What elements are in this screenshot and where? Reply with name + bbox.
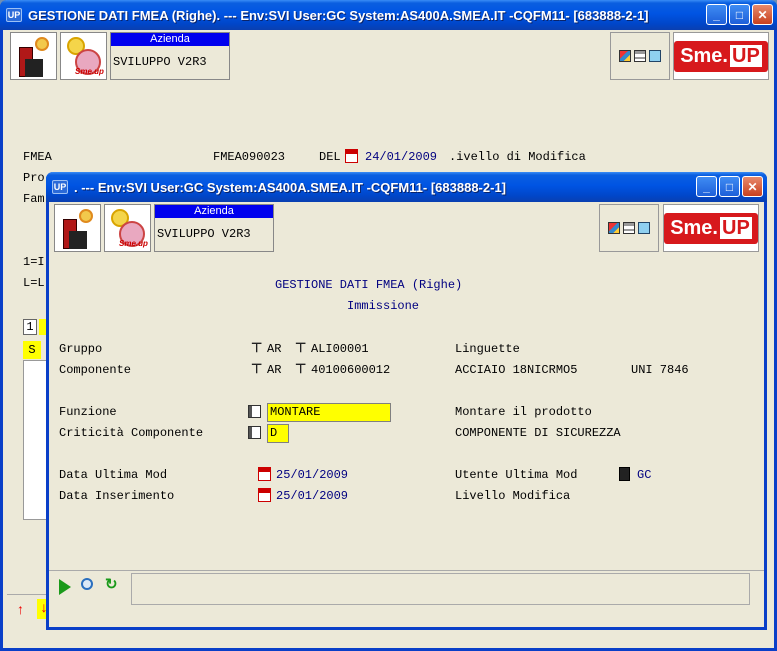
pin-icon[interactable]: ⊤ xyxy=(295,362,306,376)
back-toolbar: Sme.up Azienda SVILUPPO V2R3 Sme. UP xyxy=(6,31,771,83)
data-inserimento-label: Data Inserimento xyxy=(59,489,175,503)
azienda-label: Azienda xyxy=(111,33,229,46)
criticita-desc: COMPONENTE DI SICUREZZA xyxy=(455,426,621,440)
play-icon[interactable] xyxy=(59,579,71,595)
utente-ultima-mod-label: Utente Ultima Mod xyxy=(455,468,578,482)
row-l-label: L=L xyxy=(23,276,45,290)
app-icon: UP xyxy=(6,8,22,22)
palette-icon[interactable] xyxy=(619,50,631,62)
server-logo-icon[interactable] xyxy=(54,204,101,252)
gruppo-code: ALI00001 xyxy=(311,342,369,356)
row-pro-label: Pro xyxy=(23,171,45,185)
command-bar: ↻ xyxy=(49,570,764,608)
smeup-logo-text: Sme. xyxy=(680,44,728,67)
front-window-title: . --- Env:SVI User:GC System:AS400A.SMEA… xyxy=(74,179,507,195)
row-1-label: 1=I xyxy=(23,255,45,269)
document-icon[interactable] xyxy=(634,50,646,62)
arrow-up-icon[interactable]: ↑ xyxy=(17,601,24,617)
search-icon[interactable] xyxy=(81,578,93,590)
form-heading: GESTIONE DATI FMEA (Righe) xyxy=(275,278,463,292)
calendar-icon[interactable] xyxy=(345,149,358,163)
calendar-icon[interactable] xyxy=(258,467,271,481)
data-inserimento-value: 25/01/2009 xyxy=(276,489,349,503)
azienda-value: SVILUPPO V2R3 xyxy=(113,55,207,69)
toolbar-icons xyxy=(610,32,670,80)
maximize-button[interactable]: □ xyxy=(719,176,740,197)
book-icon[interactable] xyxy=(638,222,650,234)
criticita-label: Criticità Componente xyxy=(59,426,204,440)
smeup-logo-up: UP xyxy=(720,216,752,239)
funzione-label: Funzione xyxy=(59,405,117,419)
funzione-desc: Montare il prodotto xyxy=(455,405,592,419)
back-window-titlebar[interactable]: UP GESTIONE DATI FMEA (Righe). --- Env:S… xyxy=(0,0,777,30)
componente-label: Componente xyxy=(59,363,132,377)
document-icon[interactable] xyxy=(623,222,635,234)
smeup-logo-text: Sme. xyxy=(670,216,718,239)
azienda-box: Azienda SVILUPPO V2R3 xyxy=(110,32,230,80)
close-button[interactable]: ✕ xyxy=(752,4,773,25)
front-window: UP . --- Env:SVI User:GC System:AS400A.S… xyxy=(46,172,767,630)
data-ultima-mod-label: Data Ultima Mod xyxy=(59,468,168,482)
livello-text: .ivello di Modifica xyxy=(449,150,586,164)
maximize-button[interactable]: □ xyxy=(729,4,750,25)
data-ultima-mod-value: 25/01/2009 xyxy=(276,468,349,482)
fmea-code: FMEA090023 xyxy=(213,150,286,164)
book-icon[interactable] xyxy=(649,50,661,62)
front-toolbar: Sme.up Azienda SVILUPPO V2R3 Sme. UP xyxy=(52,203,761,255)
front-window-titlebar[interactable]: UP . --- Env:SVI User:GC System:AS400A.S… xyxy=(46,172,767,202)
componente-code: 40100600012 xyxy=(311,363,391,377)
list-icon[interactable] xyxy=(248,405,261,418)
palette-icon[interactable] xyxy=(608,222,620,234)
column-header-s[interactable]: S xyxy=(23,341,41,359)
azienda-value: SVILUPPO V2R3 xyxy=(157,227,251,241)
form-subheading: Immissione xyxy=(347,299,420,313)
azienda-box: Azienda SVILUPPO V2R3 xyxy=(154,204,274,252)
bottom-nav: ↑ ↓ xyxy=(7,594,51,624)
smeup-logo-up: UP xyxy=(730,44,762,67)
azienda-label: Azienda xyxy=(155,205,273,218)
del-label: DEL xyxy=(319,150,341,164)
criticita-input[interactable]: D xyxy=(267,424,289,443)
componente-type: AR xyxy=(267,363,282,377)
componente-norm: UNI 7846 xyxy=(631,363,689,377)
close-button[interactable]: ✕ xyxy=(742,176,763,197)
list-icon[interactable] xyxy=(248,426,261,439)
back-window-title: GESTIONE DATI FMEA (Righe). --- Env:SVI … xyxy=(28,7,649,23)
user-icon[interactable] xyxy=(619,467,630,481)
pin-icon[interactable]: ⊤ xyxy=(251,341,262,355)
minimize-button[interactable]: _ xyxy=(696,176,717,197)
app-icon: UP xyxy=(52,180,68,194)
grid-area xyxy=(23,360,47,520)
refresh-icon[interactable]: ↻ xyxy=(105,575,118,593)
gruppo-type: AR xyxy=(267,342,282,356)
server-logo-icon[interactable] xyxy=(10,32,57,80)
tab-1[interactable]: 1 xyxy=(23,319,37,335)
smeup-gears-icon[interactable]: Sme.up xyxy=(60,32,107,80)
livello-modifica-label: Livello Modifica xyxy=(455,489,571,503)
pin-icon[interactable]: ⊤ xyxy=(295,341,306,355)
minimize-button[interactable]: _ xyxy=(706,4,727,25)
smeup-gears-icon[interactable]: Sme.up xyxy=(104,204,151,252)
fmea-label: FMEA xyxy=(23,150,52,164)
fmea-date: 24/01/2009 xyxy=(365,150,438,164)
toolbar-icons xyxy=(599,204,659,252)
funzione-input[interactable]: MONTARE xyxy=(267,403,391,422)
pin-icon[interactable]: ⊤ xyxy=(251,362,262,376)
smeup-logo: Sme. UP xyxy=(673,32,769,80)
smeup-logo: Sme. UP xyxy=(663,204,759,252)
calendar-icon[interactable] xyxy=(258,488,271,502)
componente-desc: ACCIAIO 18NICRMO5 xyxy=(455,363,578,377)
message-area xyxy=(131,573,750,605)
row-fam-label: Fam xyxy=(23,192,45,206)
gruppo-label: Gruppo xyxy=(59,342,103,356)
gruppo-desc: Linguette xyxy=(455,342,520,356)
utente-ultima-mod-value: GC xyxy=(637,468,652,482)
